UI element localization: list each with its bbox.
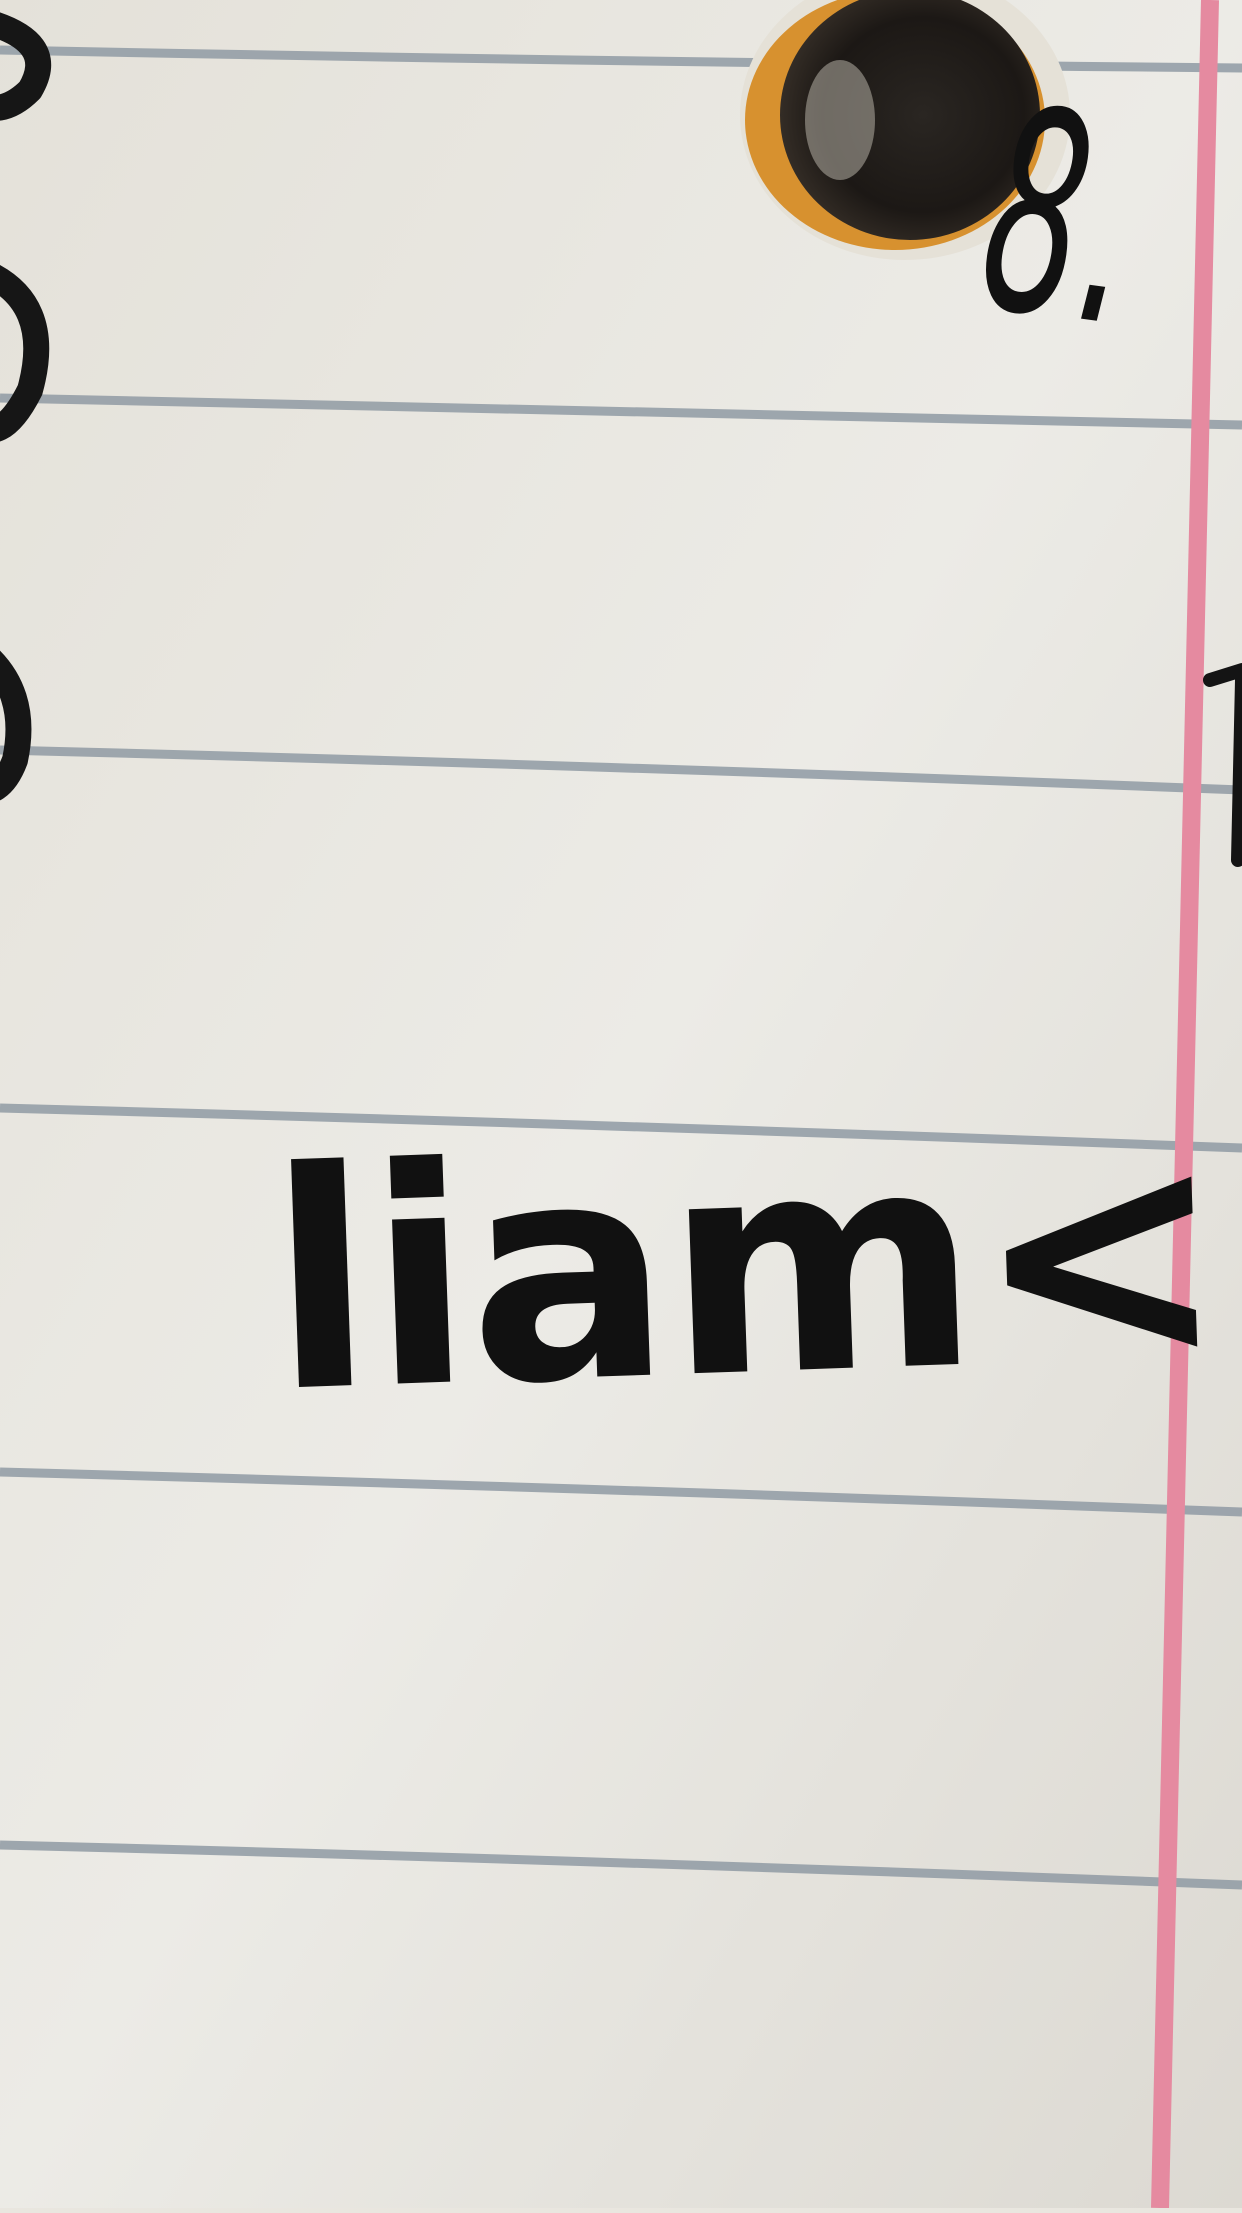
notebook-photo: 8. liam<3 <box>0 0 1242 2209</box>
hole-highlight <box>805 60 875 180</box>
handwritten-note: liam<3 <box>264 1069 1242 1459</box>
